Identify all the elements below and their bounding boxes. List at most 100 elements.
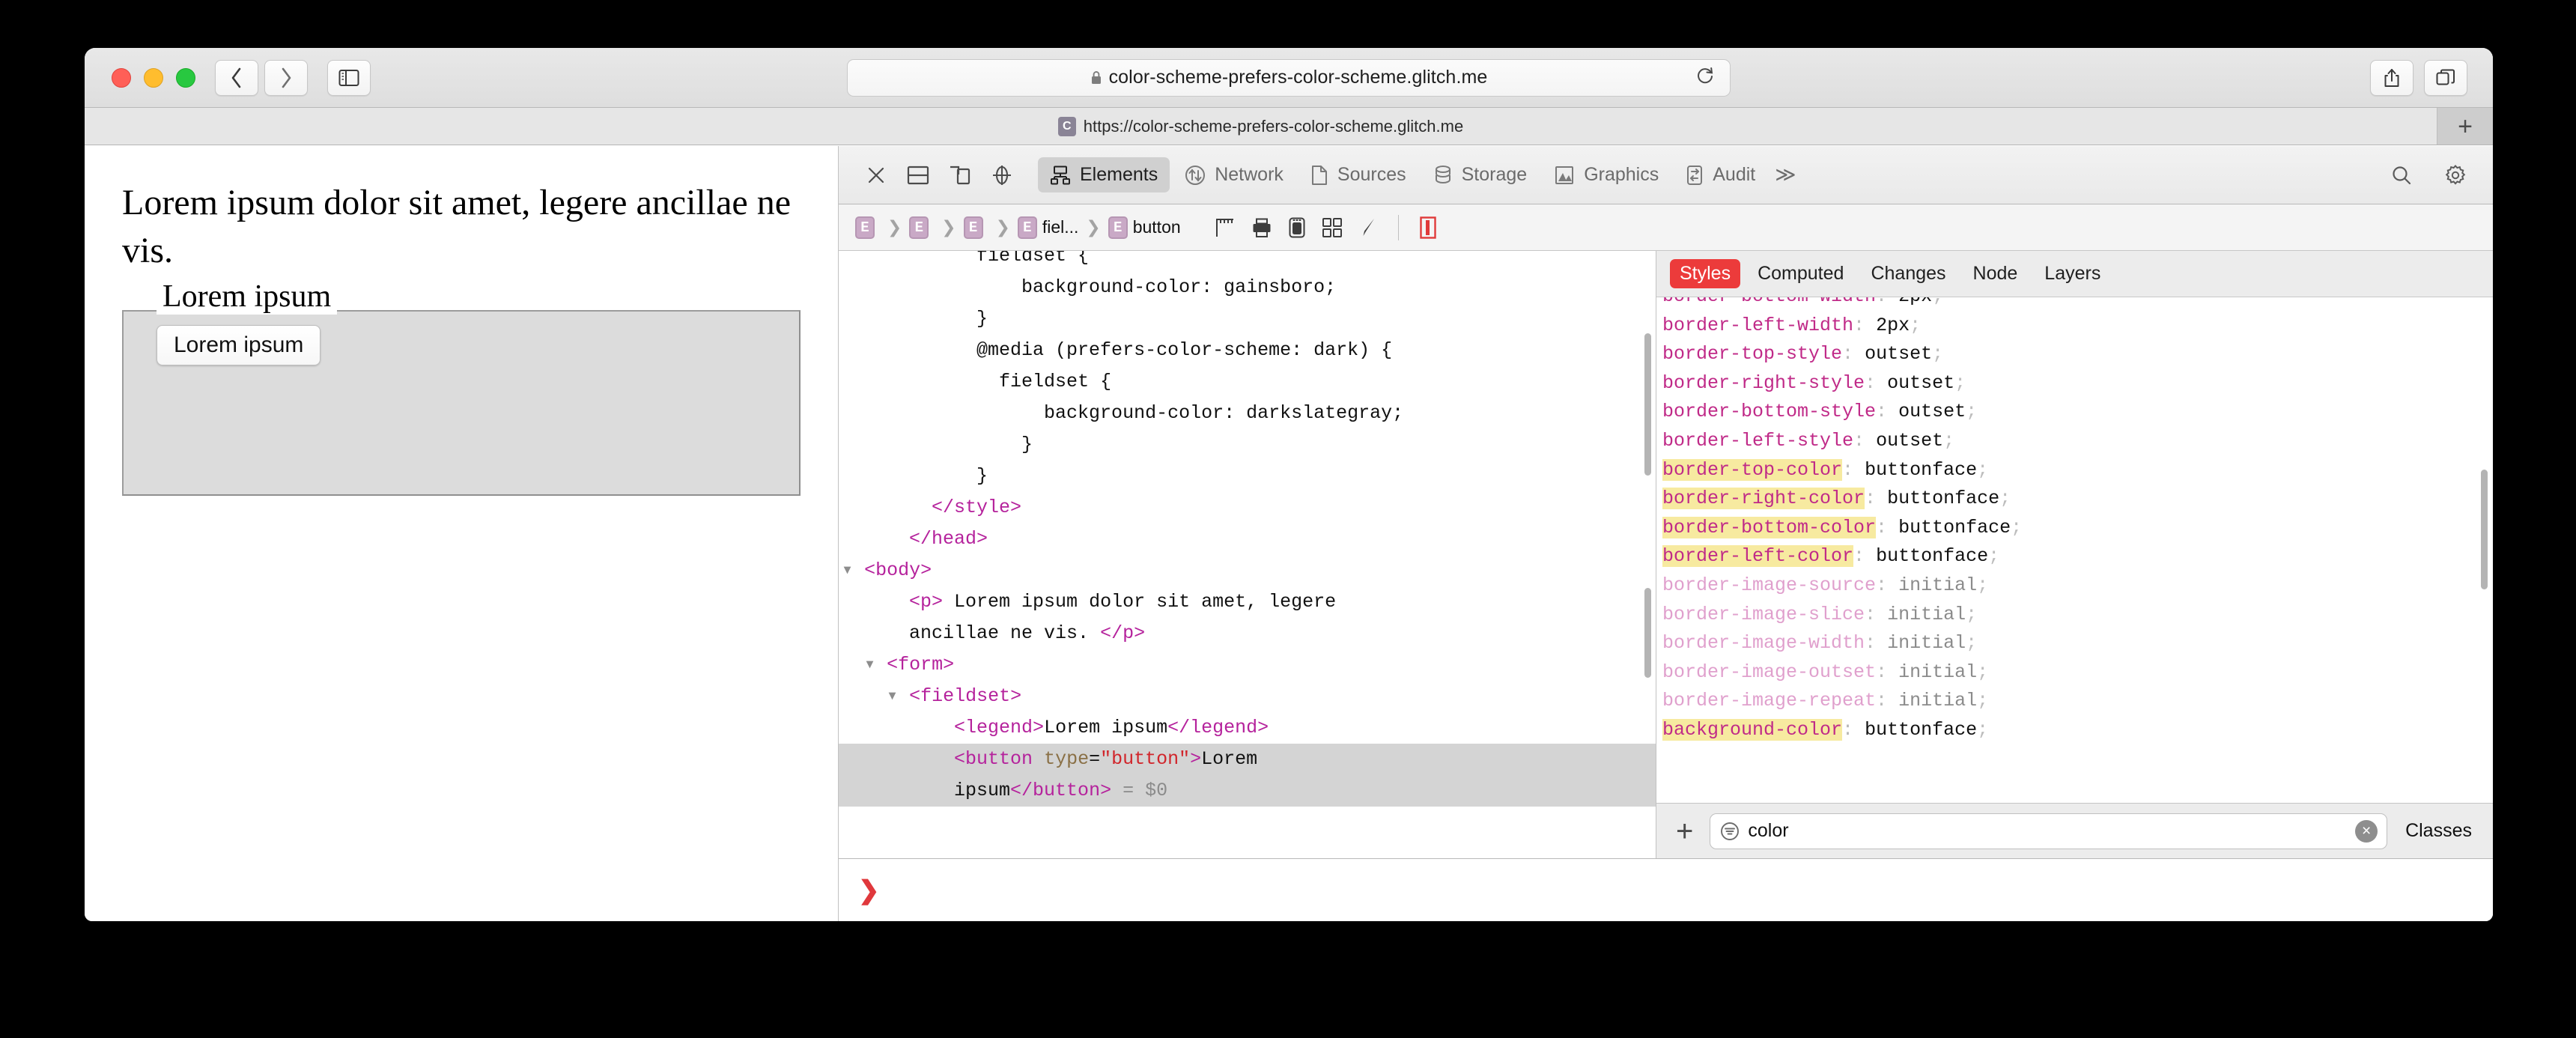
close-window-button[interactable] xyxy=(112,67,131,88)
style-property-row[interactable]: border-right-color: buttonface; xyxy=(1662,485,2493,514)
disclosure-triangle-icon[interactable]: ▾ xyxy=(842,654,887,676)
dom-line[interactable]: <p> Lorem ipsum dolor sit amet, legere xyxy=(839,586,1656,618)
address-bar[interactable]: color-scheme-prefers-color-scheme.glitch… xyxy=(847,58,1731,97)
style-property-row[interactable]: border-image-width: initial; xyxy=(1662,629,2493,658)
dom-token: > xyxy=(1190,748,1202,770)
tab-network[interactable]: Network xyxy=(1173,157,1295,192)
device-button[interactable] xyxy=(1289,217,1305,238)
tab-storage[interactable]: Storage xyxy=(1421,157,1540,192)
style-property-value: initial xyxy=(1887,632,1966,655)
settings-button[interactable] xyxy=(2434,156,2476,195)
styles-scrollbar-thumb[interactable] xyxy=(2481,470,2488,589)
dock-bottom-button[interactable] xyxy=(897,156,939,195)
breadcrumb-item-2[interactable]: E xyxy=(959,216,993,239)
classes-button[interactable]: Classes xyxy=(2398,820,2479,842)
style-property-name: border-left-width xyxy=(1662,314,1854,336)
dom-line[interactable]: <legend>Lorem ipsum</legend> xyxy=(839,712,1656,744)
disclosure-triangle-icon[interactable]: ▾ xyxy=(842,685,909,707)
tab-changes[interactable]: Changes xyxy=(1861,259,1955,288)
layout-highlight-button[interactable] xyxy=(1419,216,1436,239)
dock-right-button[interactable] xyxy=(939,156,981,195)
style-property-row[interactable]: border-bottom-color: buttonface; xyxy=(1662,514,2493,543)
dom-line[interactable]: @media (prefers-color-scheme: dark) { xyxy=(839,335,1656,366)
box-model-button[interactable] xyxy=(1215,217,1235,238)
lorem-ipsum-button[interactable]: Lorem ipsum xyxy=(157,324,321,365)
grid-overlay-button[interactable] xyxy=(1322,217,1343,238)
dom-line[interactable]: } xyxy=(839,461,1656,492)
back-button[interactable] xyxy=(215,59,258,96)
dom-scrollbar-thumb-2[interactable] xyxy=(1644,588,1651,678)
style-property-row[interactable]: background-color: buttonface; xyxy=(1662,716,2493,745)
dom-line[interactable]: background-color: gainsboro; xyxy=(839,272,1656,303)
paint-button[interactable] xyxy=(1359,217,1377,238)
dom-line[interactable]: </head> xyxy=(839,523,1656,555)
style-property-row[interactable]: border-left-style: outset; xyxy=(1662,427,2493,456)
dom-line[interactable]: </style> xyxy=(839,492,1656,523)
styles-property-inner: border-bottom-width: 2px;border-left-wid… xyxy=(1656,297,2493,745)
style-property-row[interactable]: border-left-color: buttonface; xyxy=(1662,542,2493,571)
print-styles-button[interactable] xyxy=(1251,217,1272,238)
style-property-row[interactable]: border-bottom-style: outset; xyxy=(1662,398,2493,427)
style-property-row[interactable]: border-image-repeat: initial; xyxy=(1662,687,2493,716)
add-rule-button[interactable]: + xyxy=(1670,816,1699,846)
tab-styles[interactable]: Styles xyxy=(1670,259,1741,288)
tab-elements[interactable]: Elements xyxy=(1038,157,1170,192)
dom-line[interactable]: ancillae ne vis. </p> xyxy=(839,618,1656,649)
forward-button[interactable] xyxy=(264,59,308,96)
new-tab-button[interactable]: + xyxy=(2437,108,2493,145)
inspect-element-button[interactable] xyxy=(981,156,1023,195)
tab-audit[interactable]: Audit xyxy=(1674,157,1767,192)
style-property-row[interactable]: border-image-slice: initial; xyxy=(1662,601,2493,630)
clear-filter-button[interactable]: × xyxy=(2355,819,2378,843)
sidebar-toggle-button[interactable] xyxy=(327,59,371,96)
breadcrumb-item-3[interactable]: E fiel... xyxy=(1013,216,1084,239)
style-property-row[interactable]: border-top-style: outset; xyxy=(1662,340,2493,369)
breadcrumb-item-0[interactable]: E xyxy=(851,216,884,239)
style-property-colon: : xyxy=(1865,488,1888,510)
reload-icon[interactable] xyxy=(1695,67,1715,89)
dom-line[interactable]: background-color: darkslategray; xyxy=(839,398,1656,429)
dom-line[interactable]: ▾ <form> xyxy=(839,649,1656,681)
close-inspector-button[interactable] xyxy=(855,156,897,195)
style-property-row[interactable]: border-image-outset: initial; xyxy=(1662,658,2493,688)
more-tabs-button[interactable]: ≫ xyxy=(1770,163,1800,186)
breadcrumb-item-1[interactable]: E xyxy=(905,216,938,239)
dom-line[interactable]: ipsum</button> = $0 xyxy=(839,775,1656,807)
minimize-window-button[interactable] xyxy=(144,67,163,88)
tab-overview-button[interactable] xyxy=(2424,59,2467,96)
tab-node[interactable]: Node xyxy=(1963,259,2028,288)
console-prompt-row[interactable]: ❯ xyxy=(839,858,2493,921)
dom-indent xyxy=(842,251,976,267)
search-button[interactable] xyxy=(2381,156,2422,195)
styles-property-list[interactable]: border-bottom-width: 2px;border-left-wid… xyxy=(1656,297,2493,803)
tab-computed[interactable]: Computed xyxy=(1748,259,1853,288)
style-property-row[interactable]: border-top-color: buttonface; xyxy=(1662,456,2493,485)
address-bar-wrapper: color-scheme-prefers-color-scheme.glitch… xyxy=(847,58,1731,97)
device-icon xyxy=(1289,217,1305,237)
breadcrumb-item-4[interactable]: E button xyxy=(1104,216,1185,239)
style-property-value: initial xyxy=(1898,661,1978,683)
tab-graphics[interactable]: Graphics xyxy=(1542,157,1671,192)
zoom-window-button[interactable] xyxy=(176,67,195,88)
style-property-row[interactable]: border-right-style: outset; xyxy=(1662,369,2493,398)
tab-layers[interactable]: Layers xyxy=(2035,259,2110,288)
style-property-row[interactable]: border-image-source: initial; xyxy=(1662,571,2493,601)
styles-filter-field[interactable]: color × xyxy=(1710,813,2388,849)
browser-tab[interactable]: C https://color-scheme-prefers-color-sch… xyxy=(85,108,2437,145)
dom-scrollbar-thumb[interactable] xyxy=(1644,333,1651,476)
tab-sources[interactable]: Sources xyxy=(1298,157,1418,192)
dom-line[interactable]: fieldset { xyxy=(839,366,1656,398)
disclosure-triangle-icon[interactable]: ▾ xyxy=(842,559,864,581)
style-property-row[interactable]: border-left-width: 2px; xyxy=(1662,312,2493,341)
dom-line[interactable]: ▾ <body> xyxy=(839,555,1656,586)
style-property-row[interactable]: border-bottom-width: 2px; xyxy=(1662,297,2493,312)
share-button[interactable] xyxy=(2370,59,2414,96)
dom-line[interactable]: ▾ <fieldset> xyxy=(839,681,1656,712)
sources-icon xyxy=(1311,165,1327,185)
navigation-buttons xyxy=(215,59,308,96)
dom-tree-panel[interactable]: fieldset { background-color: gainsboro; … xyxy=(839,251,1656,858)
dom-line[interactable]: fieldset { xyxy=(839,251,1656,272)
dom-line[interactable]: } xyxy=(839,303,1656,335)
dom-line[interactable]: <button type="button">Lorem xyxy=(839,744,1656,775)
dom-line[interactable]: } xyxy=(839,429,1656,461)
